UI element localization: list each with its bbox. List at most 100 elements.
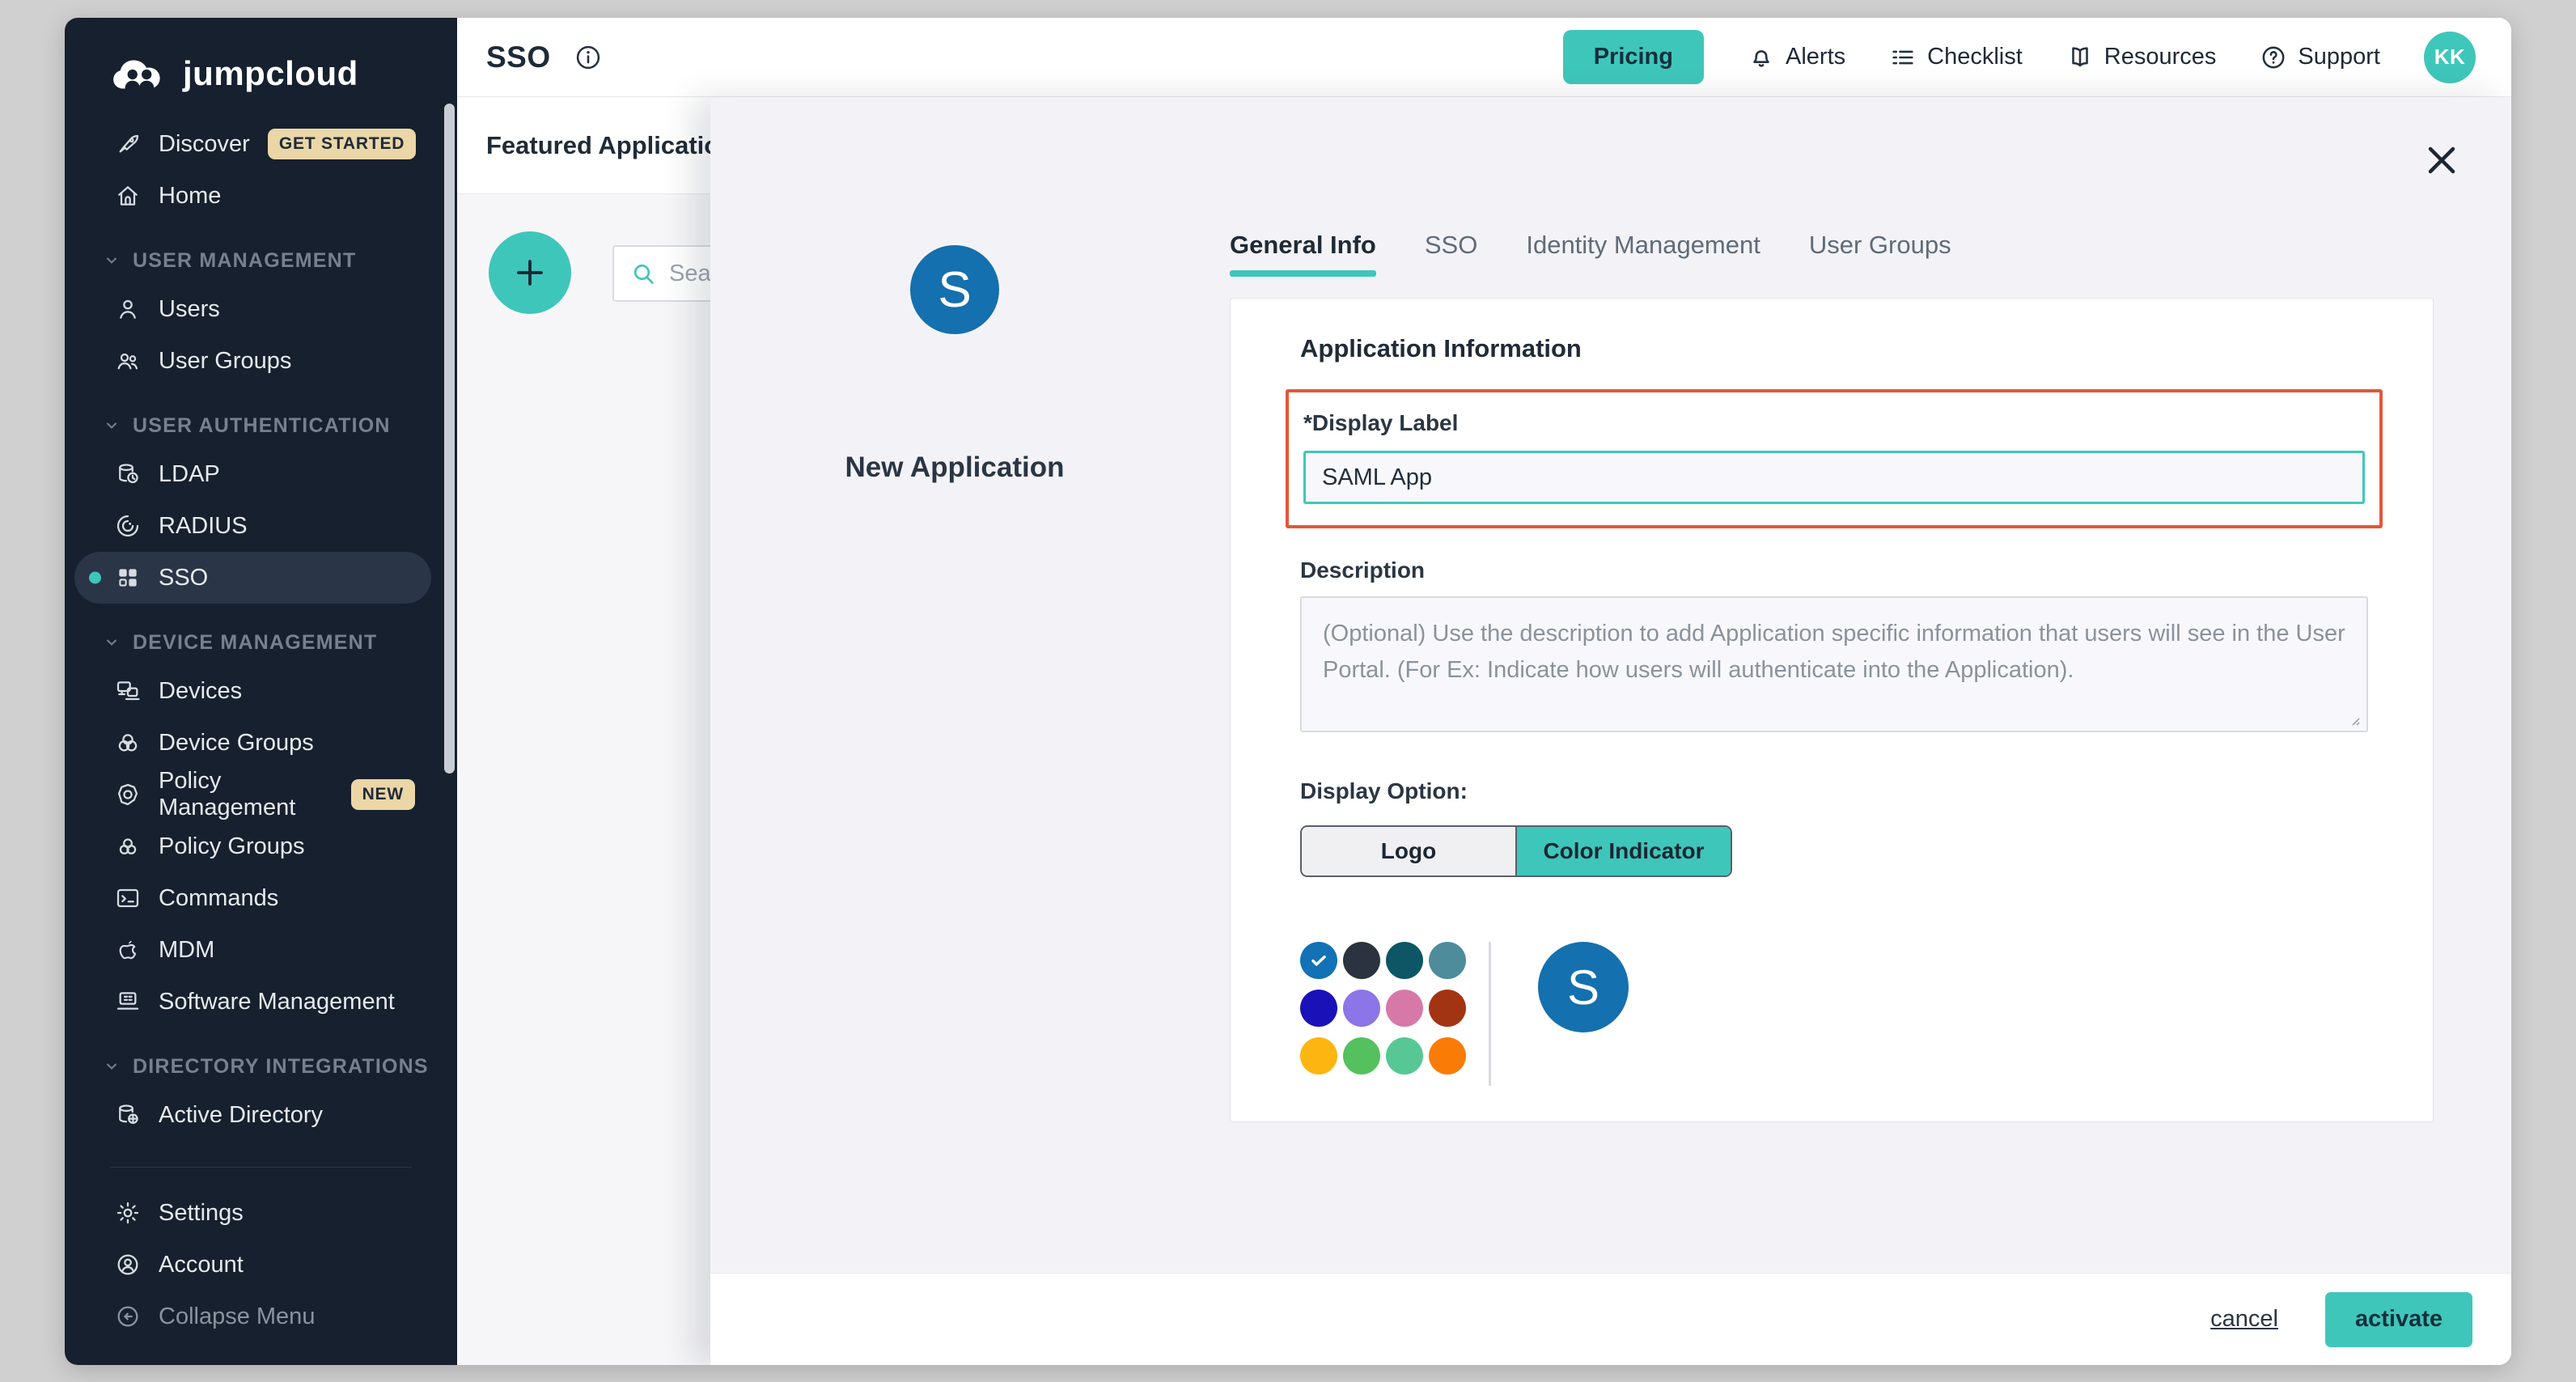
section-user-authentication[interactable]: USER AUTHENTICATION (65, 403, 457, 448)
alerts-button[interactable]: Alerts (1748, 44, 1845, 71)
sidebar-item-devices[interactable]: Devices (65, 665, 457, 717)
software-icon (115, 989, 141, 1015)
ldap-database-icon (115, 461, 141, 487)
application-information-card: Application Information *Display Label D… (1230, 298, 2434, 1122)
sidebar-item-users[interactable]: Users (65, 283, 457, 335)
app-window: jumpcloud Discover GET STARTED Home (65, 18, 2511, 1365)
section-title: DEVICE MANAGEMENT (133, 631, 377, 655)
color-swatch[interactable] (1343, 990, 1380, 1027)
check-icon (1308, 950, 1329, 971)
sidebar-item-label: Account (159, 1252, 244, 1278)
sidebar: jumpcloud Discover GET STARTED Home (65, 18, 457, 1365)
sidebar-item-account[interactable]: Account (65, 1239, 457, 1291)
sidebar-item-label: Discover (159, 131, 250, 158)
account-icon (115, 1252, 141, 1278)
sidebar-item-device-groups[interactable]: Device Groups (65, 717, 457, 769)
apple-icon (115, 937, 141, 963)
tab-identity-management[interactable]: Identity Management (1526, 231, 1760, 271)
gear-icon (115, 1200, 141, 1226)
sidebar-item-discover[interactable]: Discover GET STARTED (65, 118, 457, 170)
color-swatch[interactable] (1386, 990, 1423, 1027)
chevron-down-icon (104, 418, 120, 434)
jumpcloud-logo[interactable]: jumpcloud (65, 18, 457, 99)
sidebar-item-user-groups[interactable]: User Groups (65, 335, 457, 387)
tab-sso[interactable]: SSO (1425, 231, 1477, 271)
color-swatch[interactable] (1429, 1037, 1466, 1075)
color-preview-avatar: S (1538, 942, 1629, 1032)
sidebar-item-settings[interactable]: Settings (65, 1187, 457, 1239)
color-swatch[interactable] (1429, 990, 1466, 1027)
support-button[interactable]: Support (2260, 44, 2380, 71)
pricing-button[interactable]: Pricing (1563, 30, 1704, 84)
close-icon[interactable] (2419, 138, 2464, 183)
new-application-modal: S New Application General Info SSO Ident… (710, 97, 2511, 1365)
sidebar-item-software-management[interactable]: Software Management (65, 976, 457, 1028)
rocket-icon (115, 131, 141, 157)
info-icon[interactable] (574, 43, 603, 72)
sidebar-item-sso[interactable]: SSO (74, 552, 431, 604)
cancel-button[interactable]: cancel (2210, 1306, 2278, 1333)
description-block: Description (1300, 557, 2368, 736)
activate-button[interactable]: activate (2325, 1292, 2472, 1347)
sso-grid-icon (115, 565, 141, 591)
add-application-button[interactable] (489, 231, 571, 314)
jumpcloud-cloud-icon (110, 53, 170, 94)
modal-footer: cancel activate (710, 1273, 2511, 1365)
sidebar-item-policy-management[interactable]: Policy Management NEW (65, 769, 457, 820)
description-textarea[interactable] (1300, 596, 2368, 732)
sidebar-item-mdm[interactable]: MDM (65, 924, 457, 976)
color-swatch[interactable] (1300, 990, 1337, 1027)
sidebar-item-collapse-menu[interactable]: Collapse Menu (65, 1291, 457, 1342)
card-heading: Application Information (1300, 334, 2368, 363)
display-label-input[interactable] (1303, 451, 2365, 504)
modal-title: New Application (777, 451, 1133, 484)
featured-applications-heading: Featured Applications (486, 131, 748, 160)
user-avatar[interactable]: KK (2424, 32, 2476, 83)
sidebar-item-home[interactable]: Home (65, 170, 457, 222)
sidebar-item-label: SSO (159, 565, 208, 591)
sidebar-item-label: Settings (159, 1200, 244, 1227)
logo-option[interactable]: Logo (1302, 827, 1515, 875)
color-swatch[interactable] (1343, 942, 1380, 979)
resize-handle-icon[interactable] (2348, 714, 2361, 727)
tab-general-info[interactable]: General Info (1230, 231, 1376, 271)
chevron-down-icon (104, 252, 120, 269)
sidebar-item-ldap[interactable]: LDAP (65, 448, 457, 500)
color-swatch[interactable] (1429, 942, 1466, 979)
color-swatch[interactable] (1386, 1037, 1423, 1075)
color-indicator-option[interactable]: Color Indicator (1515, 827, 1731, 875)
header-actions: Pricing Alerts Checklist (1563, 30, 2476, 84)
terminal-icon (115, 885, 141, 911)
sidebar-item-commands[interactable]: Commands (65, 872, 457, 924)
color-indicator-section: S (1300, 942, 2368, 1086)
sidebar-item-label: Home (159, 183, 221, 210)
main-area: SSO Pricing Alerts Checkl (457, 18, 2511, 1365)
sidebar-scrollbar-thumb[interactable] (444, 104, 455, 774)
device-groups-icon (115, 730, 141, 756)
sidebar-item-label: RADIUS (159, 513, 248, 540)
checklist-label: Checklist (1927, 44, 2023, 70)
sidebar-bottom: Settings Account Collapse Menu (65, 1147, 457, 1365)
color-swatch-selected[interactable] (1300, 942, 1337, 979)
color-swatch[interactable] (1343, 1037, 1380, 1075)
sidebar-item-active-directory[interactable]: Active Directory (65, 1089, 457, 1141)
sidebar-item-label: Commands (159, 885, 278, 912)
policy-groups-icon (115, 833, 141, 859)
section-user-management[interactable]: USER MANAGEMENT (65, 238, 457, 283)
display-option-toggle: Logo Color Indicator (1300, 825, 1732, 877)
policy-icon (115, 782, 141, 808)
checklist-button[interactable]: Checklist (1889, 44, 2023, 71)
sidebar-item-radius[interactable]: RADIUS (65, 500, 457, 552)
resources-button[interactable]: Resources (2066, 44, 2217, 71)
color-swatch[interactable] (1300, 1037, 1337, 1075)
sidebar-item-policy-groups[interactable]: Policy Groups (65, 820, 457, 872)
jumpcloud-wordmark: jumpcloud (183, 54, 358, 93)
bell-icon (1748, 44, 1775, 71)
section-directory-integrations[interactable]: DIRECTORY INTEGRATIONS (65, 1044, 457, 1089)
checklist-icon (1889, 44, 1917, 71)
section-device-management[interactable]: DEVICE MANAGEMENT (65, 620, 457, 665)
sidebar-item-label: Policy Groups (159, 833, 305, 860)
color-swatch[interactable] (1386, 942, 1423, 979)
tab-user-groups[interactable]: User Groups (1809, 231, 1951, 271)
sidebar-item-label: Collapse Menu (159, 1304, 315, 1330)
